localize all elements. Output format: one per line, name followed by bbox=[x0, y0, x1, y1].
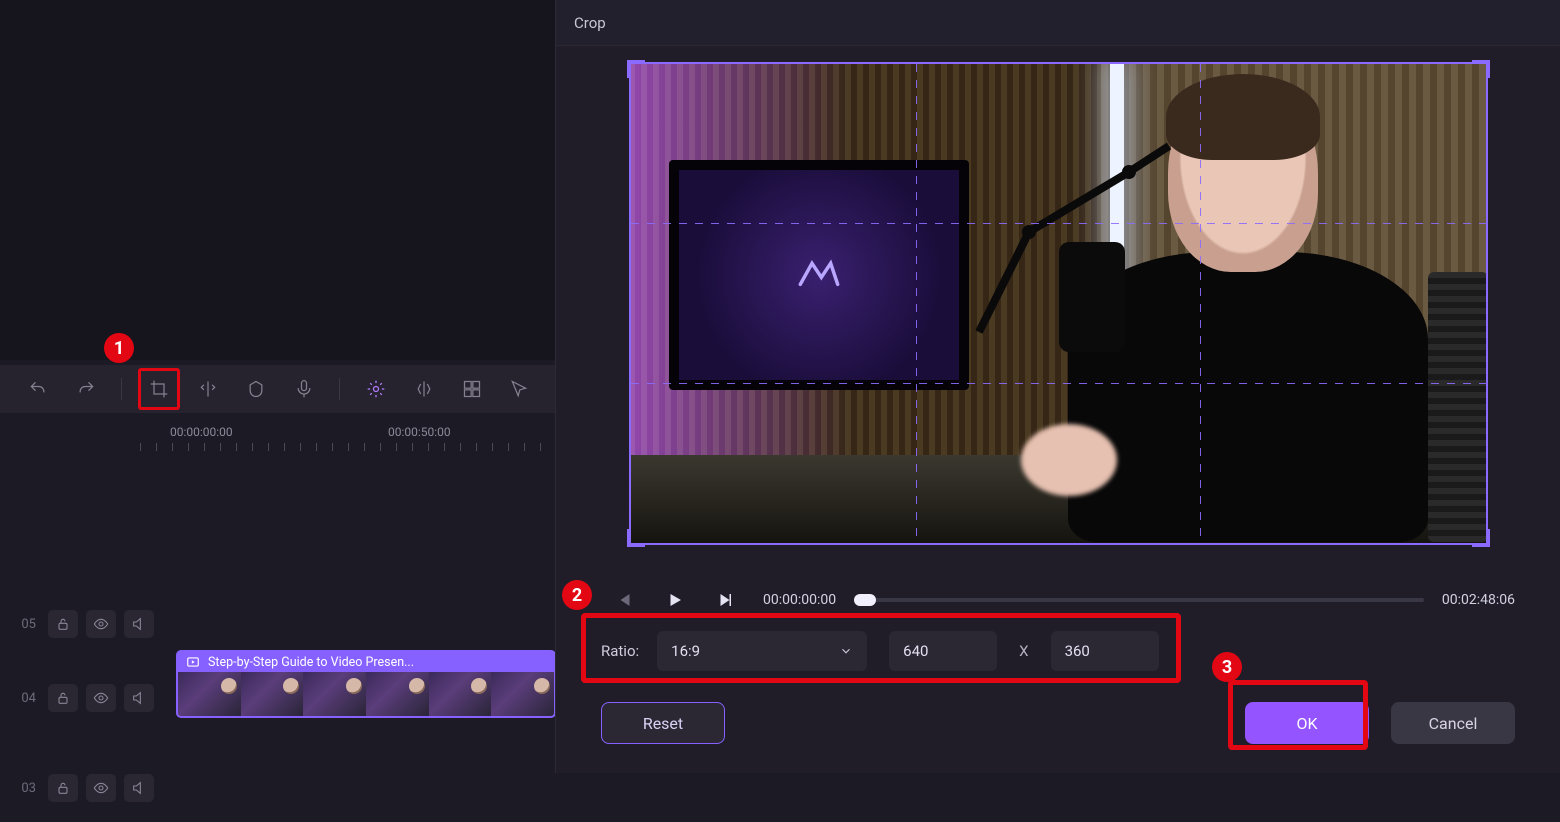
total-duration: 00:02:48:06 bbox=[1442, 592, 1515, 608]
cancel-button[interactable]: Cancel bbox=[1391, 702, 1515, 744]
voiceover-mic-icon[interactable] bbox=[292, 377, 316, 401]
toolbar-separator bbox=[121, 378, 122, 400]
ruler-tick-0: 00:00:00:00 bbox=[170, 425, 233, 439]
timeline-clip[interactable]: Step-by-Step Guide to Video Presen... bbox=[176, 650, 556, 718]
chevron-down-icon bbox=[839, 644, 853, 658]
split-icon[interactable] bbox=[196, 377, 220, 401]
ratio-value: 16:9 bbox=[671, 642, 700, 660]
ai-sparkle-icon[interactable] bbox=[364, 377, 388, 401]
current-time: 00:00:00:00 bbox=[763, 592, 836, 608]
marker-icon[interactable] bbox=[244, 377, 268, 401]
track-row-03: 03 bbox=[0, 754, 555, 822]
reset-button[interactable]: Reset bbox=[601, 702, 725, 744]
clip-title: Step-by-Step Guide to Video Presen... bbox=[208, 655, 414, 670]
annotation-badge-3: 3 bbox=[1212, 652, 1242, 682]
track-row-05: 05 bbox=[0, 590, 555, 658]
height-input[interactable]: 360 bbox=[1051, 631, 1159, 671]
media-bin-area bbox=[0, 0, 555, 360]
ok-button[interactable]: OK bbox=[1245, 702, 1369, 744]
crop-handle-bottom-right[interactable] bbox=[1472, 529, 1490, 547]
ratio-select[interactable]: 16:9 bbox=[657, 631, 867, 671]
ratio-row: Ratio: 16:9 640 X 360 bbox=[601, 631, 1159, 671]
track-mute-05[interactable] bbox=[124, 610, 154, 638]
clip-header: Step-by-Step Guide to Video Presen... bbox=[178, 652, 554, 672]
grid-icon[interactable] bbox=[460, 377, 484, 401]
scrub-track[interactable] bbox=[854, 598, 1424, 602]
timeline-toolbar bbox=[0, 365, 555, 413]
dimension-separator: X bbox=[1019, 642, 1028, 660]
crop-button-highlight bbox=[138, 368, 180, 410]
height-value: 360 bbox=[1065, 642, 1090, 660]
track-number-03: 03 bbox=[0, 781, 40, 796]
dialog-button-row: Reset OK Cancel bbox=[601, 702, 1515, 744]
track-mute-04[interactable] bbox=[124, 684, 154, 712]
crop-preview[interactable] bbox=[629, 62, 1488, 545]
cursor-icon[interactable] bbox=[507, 377, 531, 401]
track-number-04: 04 bbox=[0, 691, 40, 706]
toolbar-separator bbox=[339, 378, 340, 400]
annotation-badge-2: 2 bbox=[562, 580, 592, 610]
annotation-badge-1: 1 bbox=[104, 333, 134, 363]
track-lock-03[interactable] bbox=[48, 774, 78, 802]
track-visibility-03[interactable] bbox=[86, 774, 116, 802]
crop-panel-title: Crop bbox=[556, 0, 1560, 46]
ratio-label: Ratio: bbox=[601, 642, 639, 660]
mirror-icon[interactable] bbox=[412, 377, 436, 401]
ruler-tick-1: 00:00:50:00 bbox=[388, 425, 451, 439]
track-lock-05[interactable] bbox=[48, 610, 78, 638]
time-ruler[interactable]: 00:00:00:00 00:00:50:00 bbox=[0, 413, 555, 449]
track-lock-04[interactable] bbox=[48, 684, 78, 712]
width-value: 640 bbox=[903, 642, 928, 660]
ruler-minor-ticks bbox=[140, 443, 555, 451]
video-frame bbox=[629, 62, 1488, 545]
width-input[interactable]: 640 bbox=[889, 631, 997, 671]
playback-row: 00:00:00:00 00:02:48:06 bbox=[601, 585, 1515, 615]
track-visibility-04[interactable] bbox=[86, 684, 116, 712]
next-frame-button[interactable] bbox=[713, 588, 737, 612]
prev-frame-button[interactable] bbox=[613, 588, 637, 612]
undo-icon[interactable] bbox=[26, 377, 50, 401]
crop-icon[interactable] bbox=[147, 377, 171, 401]
timeline-pane: 1 bbox=[0, 0, 555, 773]
play-button[interactable] bbox=[663, 588, 687, 612]
redo-icon[interactable] bbox=[74, 377, 98, 401]
crop-handle-bottom-left[interactable] bbox=[627, 529, 645, 547]
crop-panel: Crop bbox=[555, 0, 1560, 773]
track-number-05: 05 bbox=[0, 617, 40, 632]
scrub-handle[interactable] bbox=[854, 594, 876, 606]
track-visibility-05[interactable] bbox=[86, 610, 116, 638]
crop-handle-top-right[interactable] bbox=[1472, 60, 1490, 78]
clip-thumbnails bbox=[178, 672, 554, 716]
track-mute-03[interactable] bbox=[124, 774, 154, 802]
crop-handle-top-left[interactable] bbox=[627, 60, 645, 78]
